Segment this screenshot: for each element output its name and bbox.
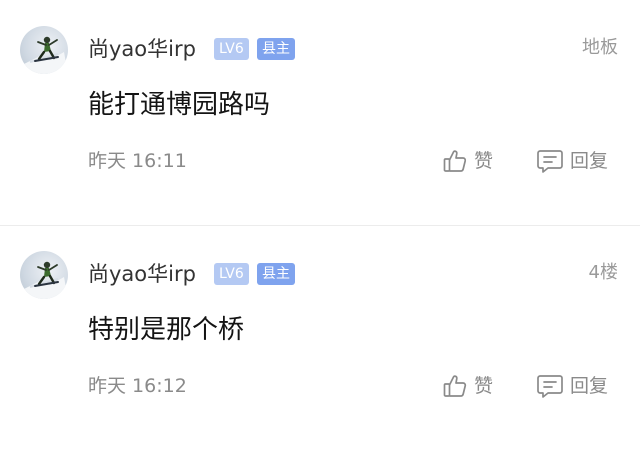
reply-button[interactable]: 回复 [536, 148, 608, 174]
reply-label: 回复 [570, 375, 609, 397]
reply-button[interactable]: 回复 [536, 373, 608, 399]
like-button[interactable]: 赞 [442, 373, 493, 399]
avatar[interactable] [20, 26, 68, 74]
reply-item: 尚yao华irp LV6 县主 4楼 特别是那个桥 昨天 16:12 赞 回复 [0, 225, 640, 450]
like-label: 赞 [474, 150, 494, 172]
comment-icon [536, 148, 564, 174]
role-badge: 县主 [257, 38, 295, 60]
level-badge: LV6 [214, 263, 249, 285]
like-button[interactable]: 赞 [442, 148, 493, 174]
like-label: 赞 [474, 375, 494, 397]
username[interactable]: 尚yao华irp [88, 36, 196, 62]
floor-label: 地板 [582, 37, 618, 58]
thumbs-up-icon [442, 373, 468, 399]
reply-content: 特别是那个桥 [88, 315, 245, 345]
comment-icon [536, 373, 564, 399]
timestamp: 昨天 16:11 [88, 150, 187, 172]
reply-content: 能打通博园路吗 [88, 90, 271, 120]
level-badge: LV6 [214, 38, 249, 60]
timestamp: 昨天 16:12 [88, 375, 187, 397]
thumbs-up-icon [442, 148, 468, 174]
floor-label: 4楼 [588, 262, 618, 283]
username[interactable]: 尚yao华irp [88, 261, 196, 287]
reply-label: 回复 [570, 150, 609, 172]
reply-item: 尚yao华irp LV6 县主 地板 能打通博园路吗 昨天 16:11 赞 回复 [0, 0, 640, 225]
role-badge: 县主 [257, 263, 295, 285]
avatar[interactable] [20, 251, 68, 299]
